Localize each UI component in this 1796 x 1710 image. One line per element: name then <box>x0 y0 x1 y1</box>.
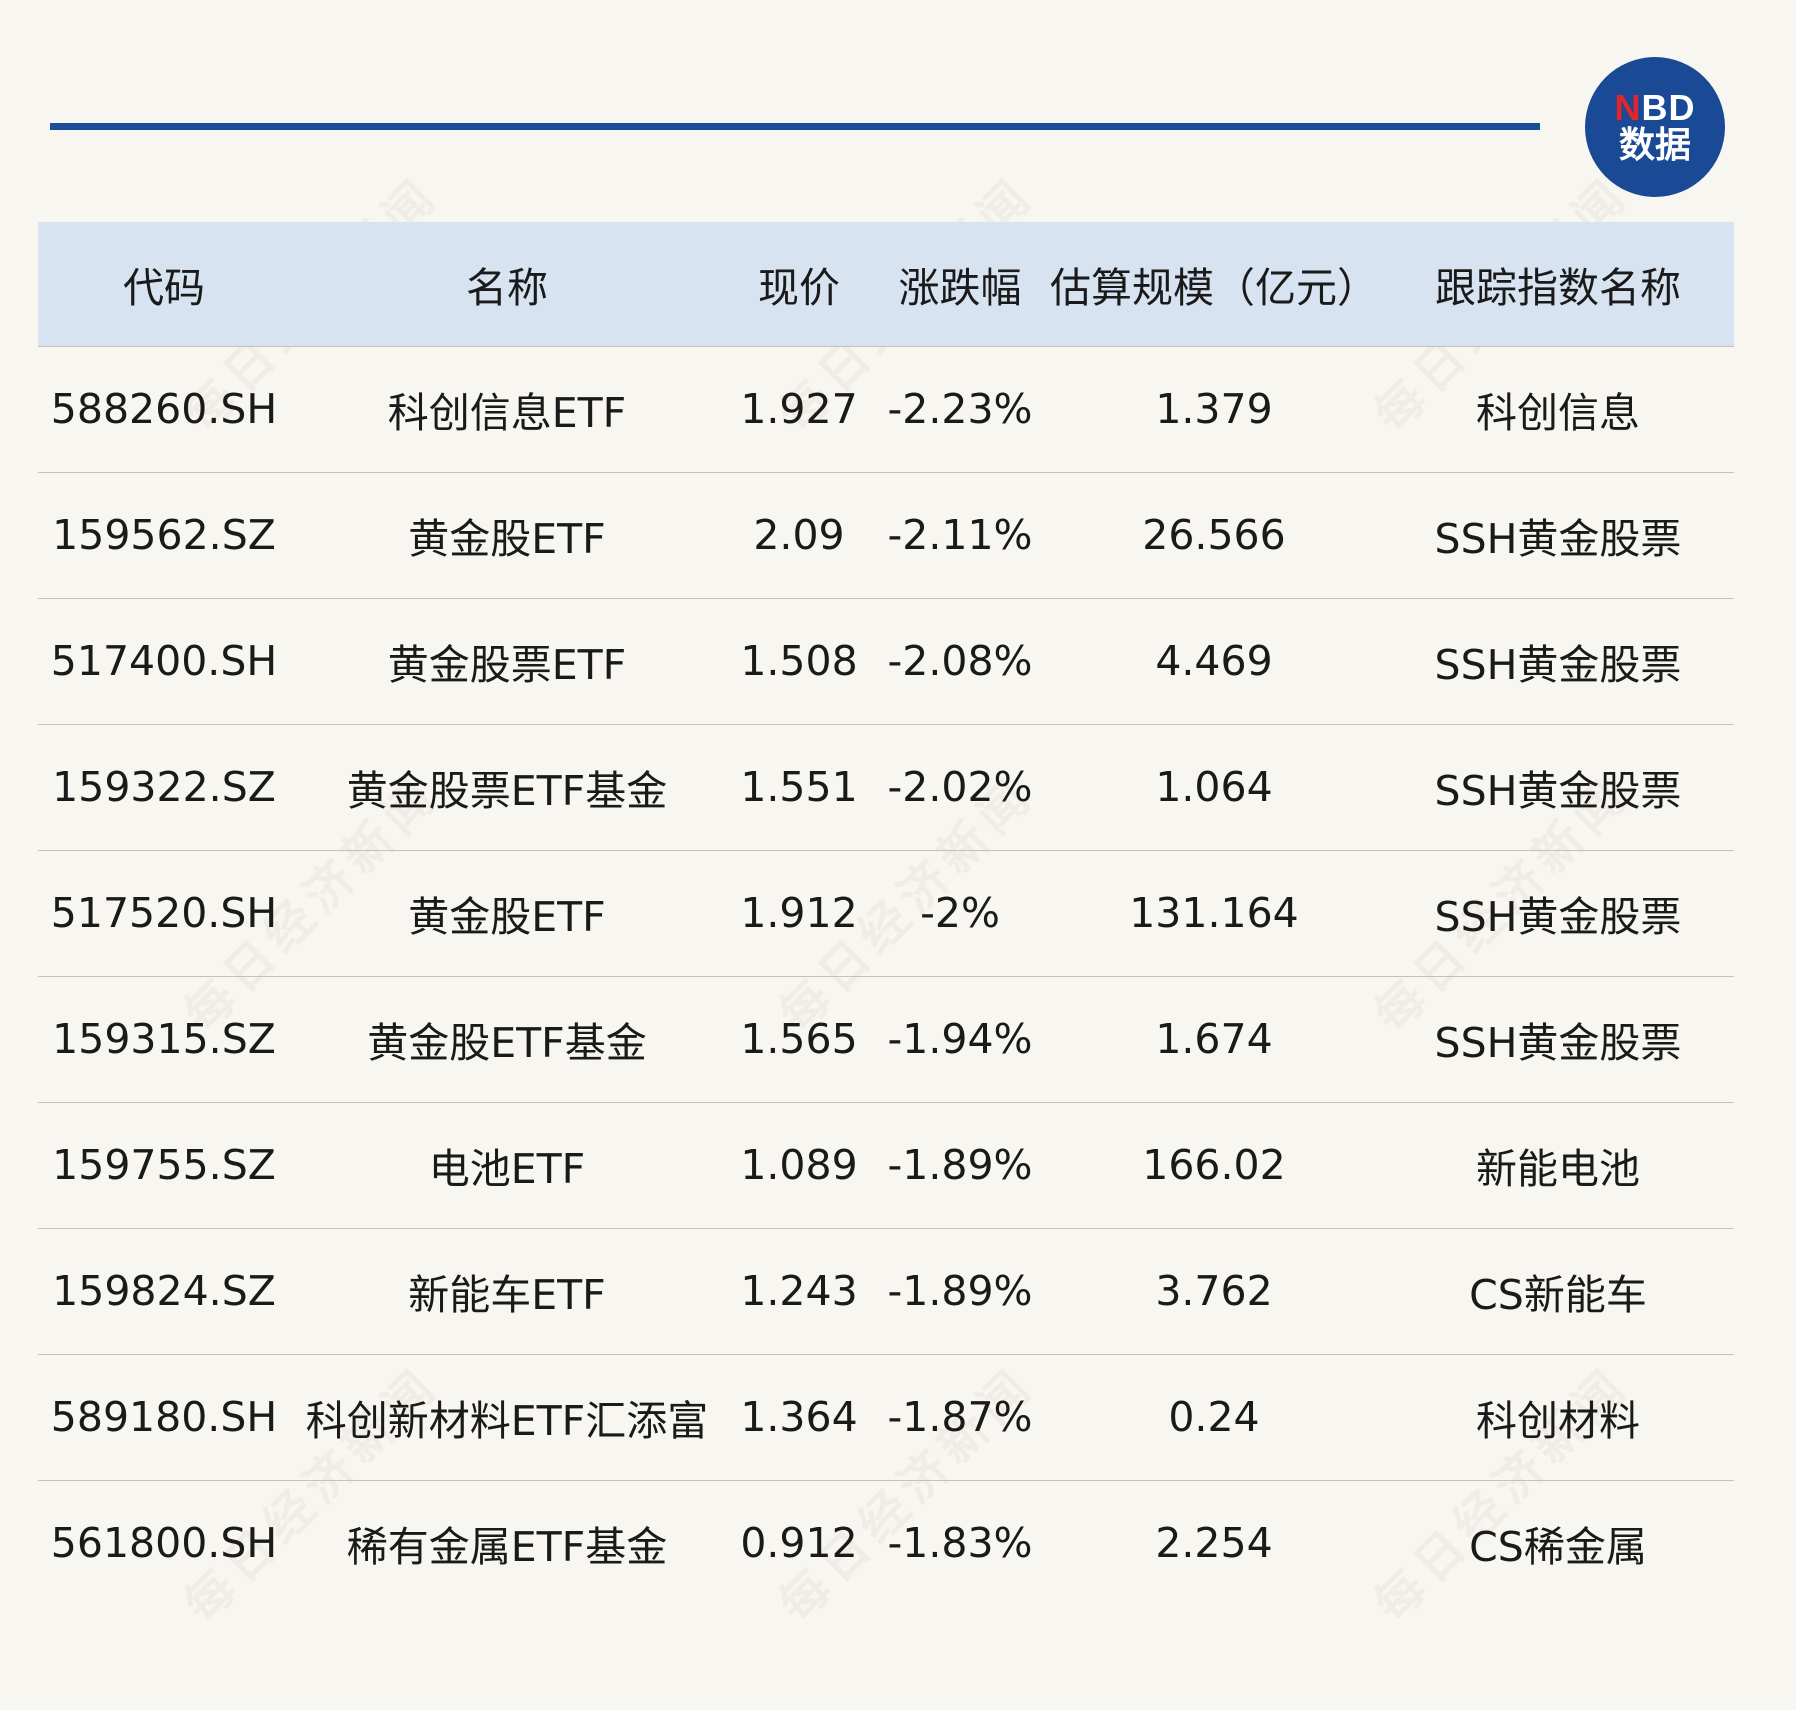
cell-index: CS稀金属 <box>1469 1523 1647 1572</box>
table-row: 588260.SH 科创信息ETF 1.927 -2.23% 1.379 科创信息 <box>38 346 1734 472</box>
cell-index: SSH黄金股票 <box>1434 641 1682 689</box>
header-rule <box>50 123 1540 130</box>
cell-price: 1.927 <box>740 385 858 433</box>
table-row: 561800.SH 稀有金属ETF基金 0.912 -1.83% 2.254 CS稀金属 <box>38 1480 1734 1606</box>
cell-change: -2.08% <box>887 637 1033 685</box>
cell-index: SSH黄金股票 <box>1434 767 1682 815</box>
cell-index: SSH黄金股票 <box>1434 893 1682 941</box>
header-name: 名称 <box>466 263 548 312</box>
cell-name: 新能车ETF <box>408 1271 606 1319</box>
table-row: 517520.SH 黄金股ETF 1.912 -2% 131.164 SSH黄金股票 <box>38 850 1734 976</box>
cell-change: -1.89% <box>887 1141 1033 1189</box>
table-row: 159824.SZ 新能车ETF 1.243 -1.89% 3.762 CS新能车 <box>38 1228 1734 1354</box>
cell-price: 1.508 <box>740 637 858 685</box>
cell-code: 588260.SH <box>50 385 278 433</box>
cell-name: 黄金股ETF <box>408 515 606 563</box>
cell-scale: 2.254 <box>1155 1519 1273 1568</box>
cell-scale: 1.064 <box>1155 763 1273 811</box>
cell-change: -2% <box>920 889 1000 937</box>
cell-price: 1.243 <box>740 1267 858 1315</box>
cell-change: -1.83% <box>887 1519 1033 1568</box>
cell-name: 黄金股票ETF <box>387 641 627 689</box>
cell-name: 科创新材料ETF汇添富 <box>305 1397 709 1445</box>
cell-change: -1.87% <box>887 1393 1033 1441</box>
cell-code: 159562.SZ <box>52 511 276 559</box>
cell-index: 新能电池 <box>1476 1145 1640 1193</box>
cell-price: 1.565 <box>740 1015 858 1063</box>
etf-table: 代码 名称 现价 涨跌幅 估算规模（亿元） 跟踪指数名称 588260.SH 科创… <box>38 222 1734 1606</box>
nbd-data-logo: NBD 数据 <box>1585 57 1725 197</box>
cell-name: 黄金股ETF基金 <box>367 1019 647 1067</box>
cell-scale: 26.566 <box>1142 511 1286 559</box>
table-row: 159755.SZ 电池ETF 1.089 -1.89% 166.02 新能电池 <box>38 1102 1734 1228</box>
cell-code: 159315.SZ <box>52 1015 276 1063</box>
cell-code: 159824.SZ <box>52 1267 276 1315</box>
cell-code: 159322.SZ <box>52 763 276 811</box>
header-code: 代码 <box>123 263 205 312</box>
cell-index: CS新能车 <box>1469 1271 1647 1319</box>
cell-scale: 1.379 <box>1155 385 1273 433</box>
cell-index: 科创材料 <box>1476 1397 1640 1445</box>
header-index: 跟踪指数名称 <box>1435 263 1681 312</box>
table-row: 589180.SH 科创新材料ETF汇添富 1.364 -1.87% 0.24 科创材料 <box>38 1354 1734 1480</box>
cell-code: 159755.SZ <box>52 1141 276 1189</box>
cell-name: 黄金股ETF <box>408 893 606 941</box>
table-row: 159322.SZ 黄金股票ETF基金 1.551 -2.02% 1.064 SSH黄金股… <box>38 724 1734 850</box>
cell-name: 电池ETF <box>428 1145 586 1193</box>
cell-scale: 131.164 <box>1129 889 1299 937</box>
cell-index: SSH黄金股票 <box>1434 515 1682 563</box>
table-header-row: 代码 名称 现价 涨跌幅 估算规模（亿元） 跟踪指数名称 <box>38 222 1734 346</box>
cell-scale: 1.674 <box>1155 1015 1273 1063</box>
table-row: 517400.SH 黄金股票ETF 1.508 -2.08% 4.469 SSH黄金股票 <box>38 598 1734 724</box>
cell-code: 517520.SH <box>50 889 278 937</box>
cell-name: 科创信息ETF <box>387 389 627 437</box>
cell-price: 1.364 <box>740 1393 858 1441</box>
header-scale: 估算规模（亿元） <box>1050 263 1378 312</box>
cell-name: 稀有金属ETF基金 <box>346 1523 668 1572</box>
logo-text-data: 数据 <box>1618 125 1691 166</box>
cell-change: -2.02% <box>887 763 1033 811</box>
logo-text-nbd: NBD <box>1614 87 1696 129</box>
cell-price: 1.551 <box>740 763 858 811</box>
cell-price: 0.912 <box>740 1519 858 1568</box>
cell-price: 1.089 <box>740 1141 858 1189</box>
cell-price: 2.09 <box>753 511 845 559</box>
table-row: 159315.SZ 黄金股ETF基金 1.565 -1.94% 1.674 SSH黄金股票 <box>38 976 1734 1102</box>
cell-scale: 166.02 <box>1142 1141 1286 1189</box>
cell-scale: 3.762 <box>1155 1267 1273 1315</box>
cell-index: SSH黄金股票 <box>1434 1019 1682 1067</box>
table-body: 588260.SH 科创信息ETF 1.927 -2.23% 1.379 科创信息 1595… <box>38 346 1734 1606</box>
cell-change: -1.89% <box>887 1267 1033 1315</box>
cell-scale: 0.24 <box>1168 1393 1260 1441</box>
cell-scale: 4.469 <box>1155 637 1273 685</box>
cell-change: -2.11% <box>887 511 1033 559</box>
header-change: 涨跌幅 <box>898 263 1022 312</box>
table-row: 159562.SZ 黄金股ETF 2.09 -2.11% 26.566 SSH黄金股票 <box>38 472 1734 598</box>
cell-index: 科创信息 <box>1476 389 1640 437</box>
cell-change: -1.94% <box>887 1015 1033 1063</box>
cell-code: 517400.SH <box>50 637 278 685</box>
cell-name: 黄金股票ETF基金 <box>346 767 668 815</box>
cell-change: -2.23% <box>887 385 1033 433</box>
header-price: 现价 <box>758 263 840 312</box>
cell-code: 561800.SH <box>50 1519 278 1568</box>
cell-price: 1.912 <box>740 889 858 937</box>
cell-code: 589180.SH <box>50 1393 278 1441</box>
